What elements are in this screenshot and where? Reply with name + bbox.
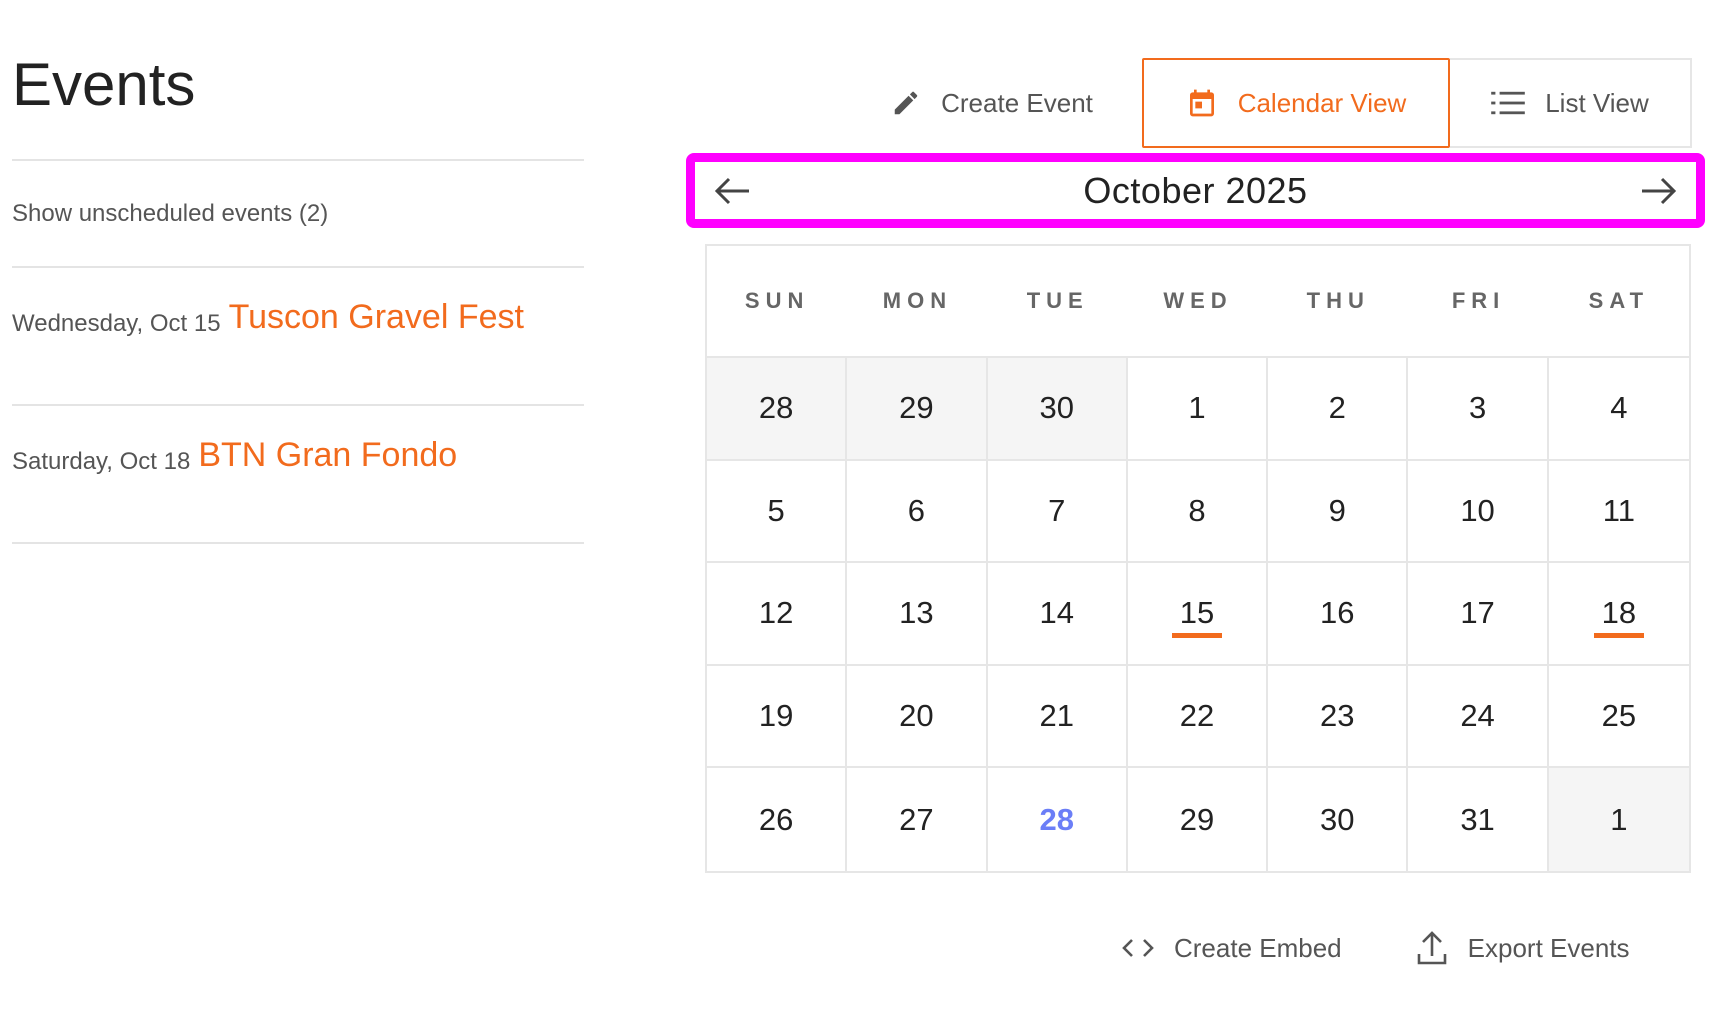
- calendar-day-with-event[interactable]: 15: [1127, 563, 1269, 666]
- event-list-panel: Show unscheduled events (2) Wednesday, O…: [12, 159, 584, 544]
- arrow-left-icon[interactable]: [713, 176, 751, 206]
- calendar-day[interactable]: 8: [1127, 460, 1269, 564]
- create-embed-button[interactable]: Create Embed: [1122, 930, 1342, 966]
- calendar-day[interactable]: 19: [707, 665, 848, 769]
- calendar-day[interactable]: 11: [1548, 461, 1689, 564]
- calendar-day[interactable]: 31: [1408, 768, 1549, 871]
- weekday-label: TUE: [1026, 288, 1089, 313]
- upload-icon: [1416, 930, 1448, 966]
- calendar-day[interactable]: 30: [1268, 768, 1409, 871]
- create-event-button[interactable]: Create Event: [842, 58, 1142, 148]
- arrow-right-icon[interactable]: [1640, 176, 1678, 206]
- event-date: Saturday, Oct 18: [12, 448, 191, 475]
- export-events-label: Export Events: [1467, 932, 1630, 963]
- calendar-day-with-event[interactable]: 18: [1548, 563, 1689, 666]
- create-embed-label: Create Embed: [1174, 932, 1342, 963]
- view-toolbar: Create Event Calendar View List View: [842, 58, 1692, 148]
- calendar-day[interactable]: 5: [707, 460, 848, 564]
- list-view-label: List View: [1545, 87, 1649, 118]
- calendar-grid: SUN MON TUE WED THU FRI SAT 28 29 30 1 2 3 4 5 6…: [705, 244, 1691, 873]
- calendar-day[interactable]: 6: [847, 460, 988, 564]
- calendar-day[interactable]: 20: [847, 665, 988, 769]
- calendar-day[interactable]: 29: [1128, 768, 1269, 871]
- calendar-day[interactable]: 23: [1268, 665, 1409, 769]
- calendar-day[interactable]: 4: [1548, 358, 1689, 461]
- page-title: Events: [12, 51, 196, 118]
- calendar-day[interactable]: 7: [987, 460, 1128, 564]
- calendar-day-today[interactable]: 28: [988, 768, 1128, 871]
- calendar-day[interactable]: 13: [847, 563, 988, 666]
- calendar-day[interactable]: 16: [1268, 563, 1409, 666]
- calendar-day[interactable]: 22: [1127, 665, 1269, 769]
- list-icon: [1491, 89, 1526, 117]
- calendar-day[interactable]: 25: [1548, 666, 1689, 769]
- calendar-day[interactable]: 30: [987, 358, 1128, 461]
- create-event-label: Create Event: [941, 87, 1093, 118]
- calendar-day[interactable]: 17: [1408, 563, 1549, 666]
- calendar-day[interactable]: 3: [1408, 358, 1549, 461]
- weekday-label: FRI: [1451, 288, 1506, 313]
- calendar-icon: [1186, 86, 1218, 120]
- weekday-label: THU: [1306, 288, 1370, 313]
- event-link[interactable]: BTN Gran Fondo: [198, 436, 457, 475]
- event-link[interactable]: Tuscon Gravel Fest: [229, 298, 524, 337]
- show-unscheduled-link[interactable]: Show unscheduled events (2): [12, 161, 584, 266]
- bottom-actions: Create Embed Export Events: [1122, 930, 1630, 966]
- month-label: October 2025: [1083, 169, 1308, 211]
- calendar-days: 28 29 30 1 2 3 4 5 6 7 8 9 10 11 12 13 14 15 16 17 18 19 20 21 2…: [707, 358, 1689, 871]
- list-view-button[interactable]: List View: [1450, 58, 1692, 148]
- weekday-header: SUN MON TUE WED THU FRI SAT: [707, 246, 1689, 358]
- calendar-day[interactable]: 24: [1408, 665, 1549, 769]
- divider: [12, 542, 584, 544]
- calendar-day[interactable]: 21: [987, 665, 1128, 769]
- calendar-day[interactable]: 26: [707, 768, 848, 871]
- event-date: Wednesday, Oct 15: [12, 310, 221, 337]
- calendar-day[interactable]: 10: [1408, 460, 1549, 564]
- weekday-label: SUN: [744, 288, 810, 313]
- calendar-day[interactable]: 2: [1268, 358, 1409, 461]
- calendar-day[interactable]: 27: [847, 768, 988, 871]
- calendar-day[interactable]: 9: [1268, 460, 1409, 564]
- pencil-icon: [891, 88, 921, 118]
- weekday-label: WED: [1163, 288, 1233, 313]
- calendar-day[interactable]: 12: [707, 563, 848, 666]
- calendar-day[interactable]: 14: [987, 563, 1128, 666]
- weekday-label: SAT: [1588, 288, 1650, 313]
- export-events-button[interactable]: Export Events: [1416, 930, 1630, 966]
- event-list-item: Wednesday, Oct 15 Tuscon Gravel Fest: [12, 268, 584, 404]
- event-list-item: Saturday, Oct 18 BTN Gran Fondo: [12, 406, 584, 542]
- month-navigation: October 2025: [686, 153, 1705, 228]
- calendar-day[interactable]: 1: [1127, 358, 1269, 461]
- calendar-day[interactable]: 28: [707, 358, 848, 461]
- weekday-label: MON: [882, 288, 953, 313]
- calendar-day[interactable]: 1: [1548, 768, 1689, 871]
- code-icon: [1122, 937, 1154, 959]
- calendar-day[interactable]: 29: [847, 358, 988, 461]
- calendar-view-button[interactable]: Calendar View: [1142, 58, 1450, 148]
- calendar-view-label: Calendar View: [1237, 87, 1407, 118]
